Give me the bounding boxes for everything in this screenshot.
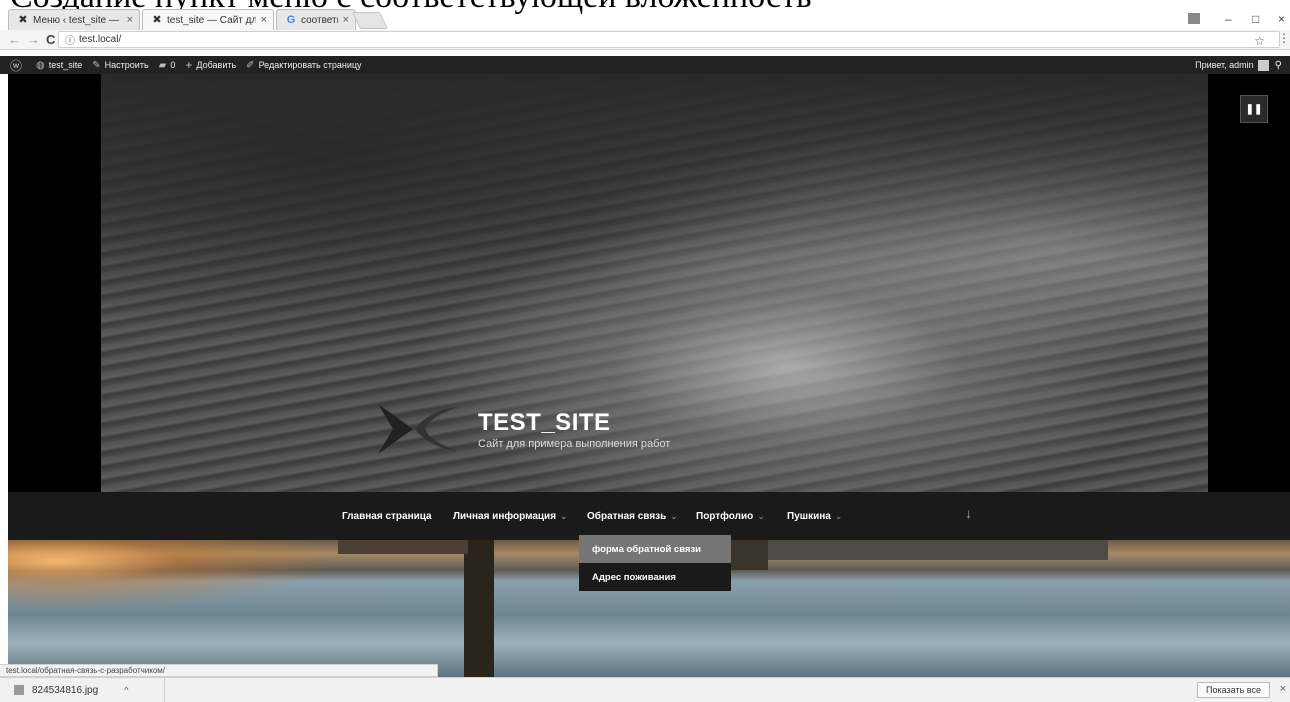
url-input[interactable]: ⓘ test.local/ ☆	[58, 31, 1280, 48]
browser-tab-menu[interactable]: ✖ Меню ‹ test_site — Word ×	[8, 9, 140, 30]
site-logo	[378, 404, 458, 454]
scroll-down-arrow-icon[interactable]: ↓	[965, 505, 972, 521]
comment-icon: ▰	[158, 59, 167, 71]
site-title[interactable]: TEST_SITE	[478, 409, 611, 437]
browser-menu-icon[interactable]: ⋮	[1278, 31, 1290, 45]
menu-item-personal-info[interactable]: Личная информация ⌄	[453, 511, 568, 522]
submenu-item-feedback-form[interactable]: форма обратной связи	[579, 535, 731, 563]
browser-tab-site[interactable]: ✖ test_site — Сайт для при ×	[142, 9, 274, 30]
menu-item-portfolio[interactable]: Портфолио ⌄	[696, 511, 765, 522]
forward-icon[interactable]: →	[27, 32, 40, 47]
edit-page-link[interactable]: ✐ Редактировать страницу	[246, 60, 361, 71]
download-item[interactable]: 824534816.jpg ^	[0, 678, 165, 702]
reload-icon[interactable]: C	[46, 32, 55, 47]
close-download-bar-icon[interactable]: ×	[1280, 683, 1286, 695]
google-favicon-icon: G	[286, 14, 296, 26]
customize-link[interactable]: ✎ Настроить	[92, 60, 148, 71]
tab-strip: ✖ Меню ‹ test_site — Word × ✖ test_site …	[0, 8, 1290, 30]
close-tab-icon[interactable]: ×	[127, 14, 133, 26]
close-tab-icon[interactable]: ×	[343, 14, 349, 26]
avatar[interactable]	[1257, 59, 1269, 71]
download-bar: 824534816.jpg ^ Показать все ×	[0, 677, 1290, 702]
plus-icon: +	[185, 58, 193, 72]
menu-item-pushkina[interactable]: Пушкина ⌄	[787, 511, 842, 522]
info-icon[interactable]: ⓘ	[65, 32, 75, 47]
menu-item-home[interactable]: Главная страница	[342, 511, 432, 522]
submenu-item-address[interactable]: Адрес поживания	[579, 563, 731, 591]
menu-item-feedback[interactable]: Обратная связь ⌄	[587, 511, 678, 522]
wordpress-logo-icon[interactable]: ⓦ	[10, 57, 26, 74]
address-bar: ← → C ⓘ test.local/ ☆ ⋮	[0, 30, 1290, 50]
show-all-downloads-button[interactable]: Показать все	[1197, 682, 1270, 698]
account-greeting[interactable]: Привет, admin	[1195, 60, 1254, 70]
add-new-link[interactable]: + Добавить	[185, 58, 236, 72]
minimize-button[interactable]: –	[1225, 12, 1232, 26]
header-image	[101, 74, 1208, 492]
comments-link[interactable]: ▰ 0	[159, 60, 176, 71]
image-file-icon	[14, 685, 24, 695]
profile-icon[interactable]	[1188, 13, 1200, 24]
search-icon[interactable]: ⚲	[1275, 60, 1282, 71]
chevron-down-icon: ⌄	[560, 511, 568, 521]
wordpress-favicon-icon: ✖	[18, 14, 28, 26]
brush-icon: ✎	[92, 59, 101, 71]
pencil-icon: ✐	[246, 59, 255, 71]
dashboard-icon: ◍	[36, 59, 45, 71]
url-text: test.local/	[79, 34, 122, 45]
site-favicon-icon: ✖	[152, 14, 162, 26]
wp-admin-bar: ⓦ ◍ test_site ✎ Настроить ▰ 0 + Добавить ✐ Ре…	[0, 56, 1290, 74]
maximize-button[interactable]: □	[1252, 12, 1259, 26]
status-url-tooltip: test.local/обратная-связь-с-разработчико…	[0, 664, 438, 677]
bookmark-star-icon[interactable]: ☆	[1254, 34, 1265, 48]
chevron-up-icon[interactable]: ^	[124, 685, 128, 695]
pause-icon: ❚❚	[1245, 103, 1263, 115]
pause-video-button[interactable]: ❚❚	[1240, 95, 1268, 123]
browser-tab-search[interactable]: G соответвующей - Поиск ×	[276, 9, 356, 30]
back-icon[interactable]: ←	[8, 32, 21, 47]
chevron-down-icon: ⌄	[834, 511, 843, 521]
close-window-button[interactable]: ×	[1278, 12, 1285, 26]
chevron-down-icon: ⌄	[757, 511, 765, 521]
admin-site-link[interactable]: ◍ test_site	[36, 60, 82, 71]
header-media: ❚❚ TEST_SITE Сайт для примера выполнения…	[8, 74, 1290, 492]
main-navigation: Главная страница Личная информация ⌄ Обра…	[8, 492, 1290, 540]
chevron-down-icon: ⌄	[670, 511, 678, 521]
feedback-submenu: форма обратной связи Адрес поживания	[579, 535, 731, 591]
new-tab-button[interactable]	[352, 12, 388, 29]
close-tab-icon[interactable]: ×	[261, 14, 267, 26]
site-description: Сайт для примера выполнения работ	[478, 438, 671, 450]
